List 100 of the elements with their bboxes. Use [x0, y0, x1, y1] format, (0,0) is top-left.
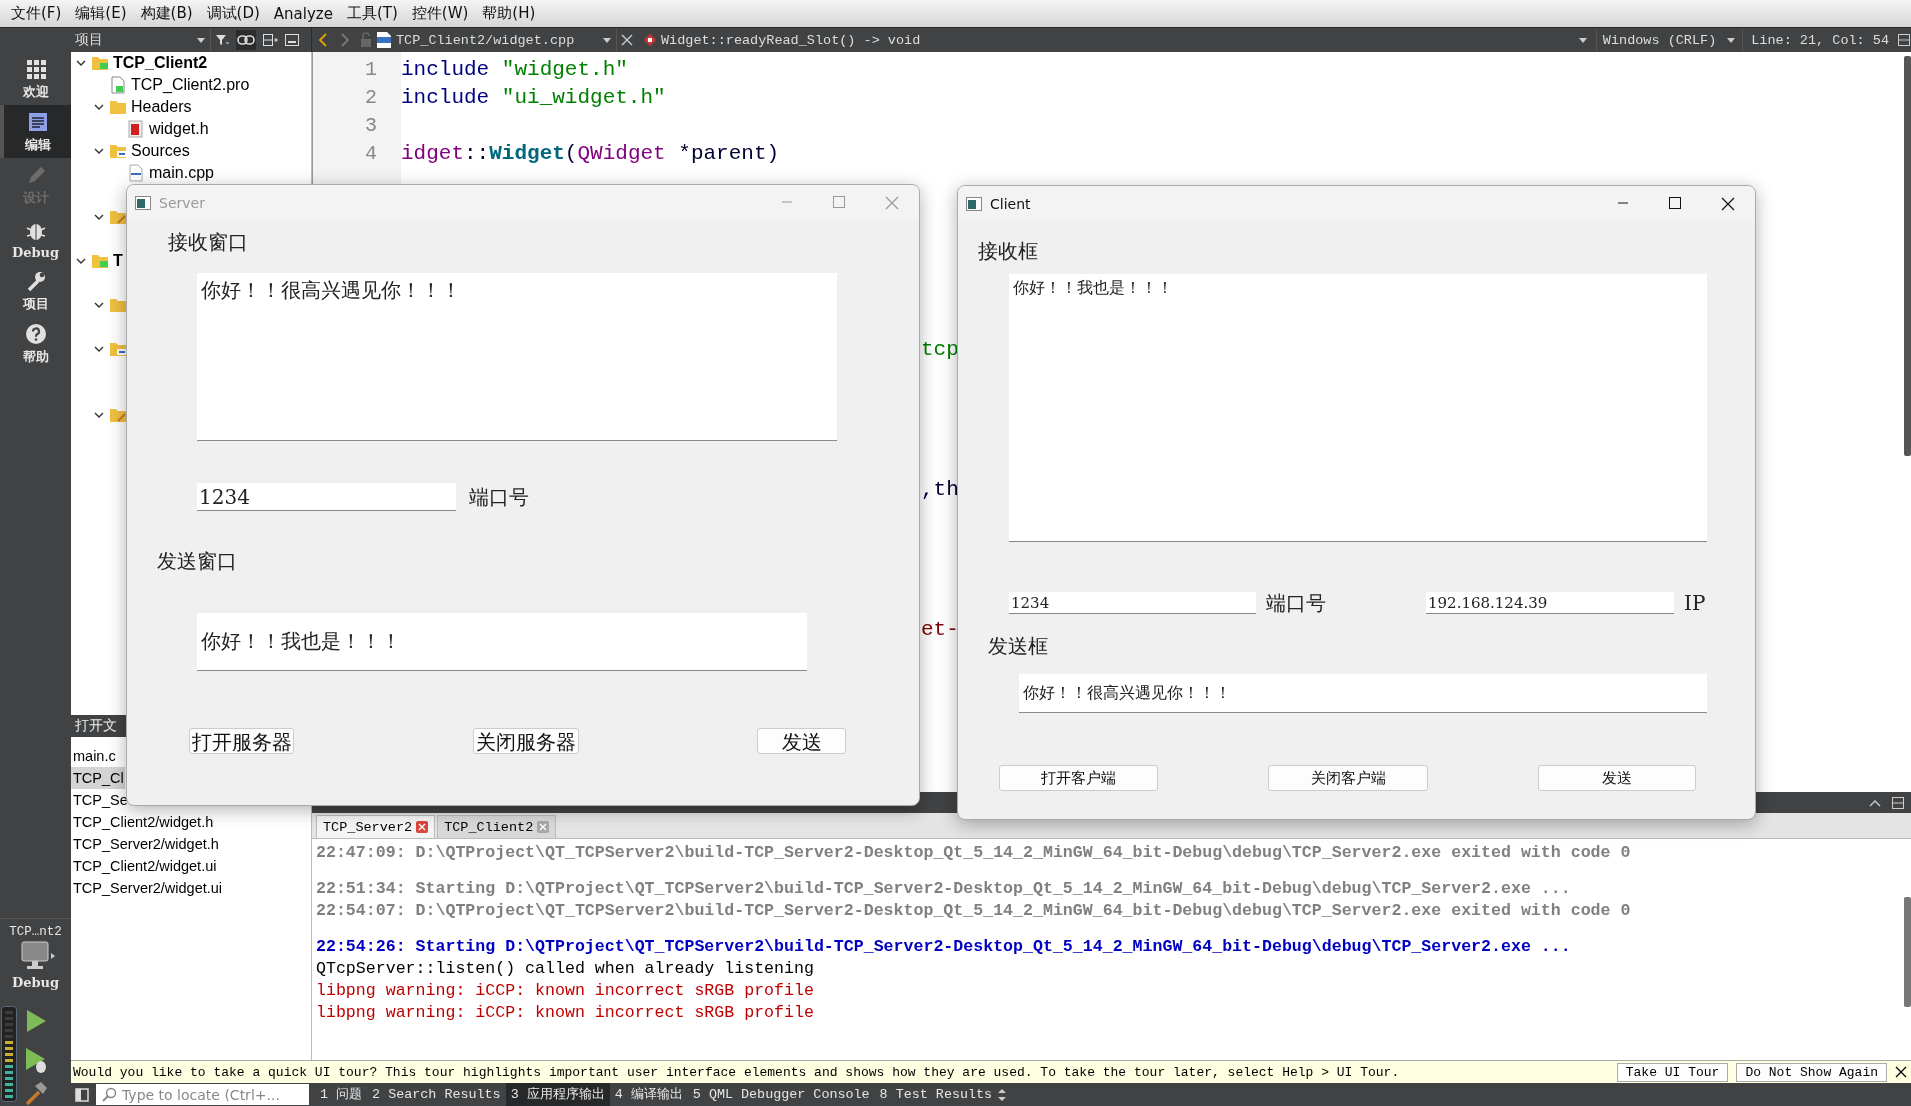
tree-item[interactable]: Headers [131, 98, 192, 116]
window-button[interactable]: 关闭服务器 [473, 728, 579, 754]
panel-selector[interactable]: 项目 [71, 28, 211, 52]
project-name[interactable]: TCP…nt2 [9, 925, 62, 939]
close-icon[interactable] [1721, 197, 1735, 211]
maximize-icon[interactable] [1669, 197, 1681, 209]
output-pane-button[interactable]: 3 应用程序输出 [505, 1083, 610, 1106]
folder-icon [109, 340, 127, 358]
window-button[interactable]: 打开客户端 [999, 765, 1158, 791]
lock-icon [359, 32, 373, 48]
field-label: IP [1684, 591, 1706, 615]
mode-button[interactable]: 欢迎 [0, 52, 71, 105]
scrollbar[interactable] [1904, 897, 1911, 1007]
field-label: 接收框 [978, 239, 1038, 263]
folder-icon [109, 142, 127, 160]
split-icon[interactable] [1891, 795, 1905, 810]
search-icon [102, 1086, 118, 1103]
port-field[interactable]: 1234 [197, 483, 456, 511]
open-document[interactable]: TCP_Cl [71, 767, 125, 789]
output-pane-button[interactable]: 8 Test Results [874, 1083, 998, 1106]
mode-button[interactable]: 编辑 [0, 105, 71, 158]
menu-item[interactable]: 控件(W) [404, 4, 476, 23]
split-icon[interactable] [1897, 33, 1911, 47]
split-icon[interactable] [262, 32, 278, 48]
output-line: 22:51:34: Starting D:\QTProject\QT_TCPServer2\build-TCP_Server2-Desktop_Qt_5_14_2_MinGW_64_bit-Debug\debug\TCP_Server2.exe ... [316, 878, 1572, 900]
window-button[interactable]: 发送 [1538, 765, 1696, 791]
open-document[interactable]: TCP_Server2/widget.h [71, 833, 220, 855]
code-text: ,th [921, 477, 959, 503]
mode-button[interactable]: 帮助 [0, 317, 71, 370]
window-button[interactable]: 打开服务器 [189, 728, 294, 754]
output-pane-button[interactable]: 2 Search Results [367, 1083, 506, 1106]
close-panel-icon[interactable] [284, 32, 300, 48]
tree-item[interactable]: main.cpp [149, 164, 214, 182]
window-button[interactable]: 关闭客户端 [1268, 765, 1428, 791]
receive-box[interactable]: 你好！！我也是！！！ [1009, 274, 1707, 542]
menu-item[interactable]: 编辑(E) [68, 4, 134, 23]
output-pane-button[interactable]: 1 问题 [315, 1083, 368, 1106]
tree-item[interactable]: T [113, 252, 123, 270]
link-icon[interactable] [236, 30, 256, 50]
header-file-icon [127, 120, 145, 138]
source-file-icon [127, 164, 145, 182]
folder-icon [109, 98, 127, 116]
grid-icon [24, 58, 47, 80]
caret-icon [196, 35, 206, 45]
project-folder-icon [91, 54, 109, 72]
line-number: 4 [364, 141, 378, 167]
code-line: include "ui_widget.h" [401, 85, 666, 111]
open-document[interactable]: TCP_Server2/widget.ui [71, 877, 224, 899]
field-label: 端口号 [1266, 591, 1326, 615]
menu-item[interactable]: 构建(B) [133, 4, 200, 23]
receive-box[interactable]: 你好！！很高兴遇见你！！！ [197, 273, 837, 441]
tour-button[interactable]: Do Not Show Again [1736, 1062, 1887, 1082]
locator-field[interactable]: Type to locate (Ctrl+... [96, 1084, 309, 1105]
tour-button[interactable]: Take UI Tour [1616, 1062, 1729, 1082]
open-document[interactable]: TCP_Client2/widget.h [71, 811, 215, 833]
close-icon[interactable] [1895, 1066, 1907, 1078]
menu-item[interactable]: Analyze [266, 4, 340, 23]
tree-item[interactable]: widget.h [149, 120, 209, 138]
symbol-selector[interactable]: Widget::readyRead_Slot() -> void [661, 32, 921, 48]
file-selector[interactable]: TCP_Client2/widget.cpp [392, 28, 617, 52]
open-document[interactable]: main.c [71, 745, 117, 767]
menu-item[interactable]: 工具(T) [339, 4, 405, 23]
output-pane-button[interactable]: 5 QML Debugger Console [687, 1083, 875, 1106]
tree-item[interactable]: TCP_Client2 [113, 54, 208, 72]
help-icon [24, 323, 47, 345]
window-button[interactable]: 发送 [757, 728, 846, 754]
line-number: 3 [364, 113, 378, 139]
ip-field[interactable]: 192.168.124.39 [1426, 592, 1674, 614]
build-configuration[interactable]: Debug [11, 975, 60, 990]
output-line: QTcpServer::listen() called when already listening [316, 958, 815, 980]
open-document[interactable]: TCP_Client2/widget.ui [71, 855, 218, 877]
project-folder-icon [91, 252, 109, 270]
output-line: 22:54:26: Starting D:\QTProject\QT_TCPServer2\build-TCP_Server2-Desktop_Qt_5_14_2_MinGW_64_bit-Debug\debug\TCP_Server2.exe ... [316, 936, 1572, 958]
output-tab[interactable]: TCP_Server2 [316, 815, 436, 838]
tree-item[interactable]: Sources [131, 142, 190, 160]
mode-button[interactable]: 项目 [0, 264, 71, 317]
scrollbar[interactable] [1904, 56, 1911, 456]
cursor-position: Line: 21, Col: 54 [1751, 32, 1889, 48]
send-field[interactable]: 你好！！很高兴遇见你！！！ [1019, 674, 1707, 713]
mode-button[interactable]: Debug [0, 211, 71, 264]
tree-item[interactable]: TCP_Client2.pro [131, 76, 250, 94]
open-document[interactable]: TCP_Se [71, 789, 129, 811]
caret-icon [1726, 35, 1737, 45]
output-pane-button[interactable]: 4 编译输出 [609, 1083, 688, 1106]
send-field[interactable]: 你好！！我也是！！！ [197, 613, 807, 671]
output-tab[interactable]: TCP_Client2 [437, 815, 557, 838]
folder-icon [109, 208, 127, 226]
caret-icon [602, 35, 612, 45]
menu-item[interactable]: 帮助(H) [475, 4, 543, 23]
folder-icon [109, 296, 127, 314]
filter-icon[interactable] [214, 32, 230, 48]
line-endings-selector[interactable]: Windows (CRLF) [1595, 28, 1744, 52]
menu-item[interactable]: 文件(F) [4, 4, 69, 23]
menu-item[interactable]: 调试(D) [199, 4, 267, 23]
field-label: 发送框 [988, 634, 1048, 658]
arrows-icon[interactable] [997, 1087, 1008, 1102]
app-icon [966, 197, 982, 211]
output-line: 22:47:09: D:\QTProject\QT_TCPServer2\build-TCP_Server2-Desktop_Qt_5_14_2_MinGW_64_bit-Debug\debug\TCP_Server2.exe exited with code 0 [316, 842, 1632, 864]
port-field[interactable]: 1234 [1009, 592, 1256, 614]
line-number: 2 [364, 85, 378, 111]
